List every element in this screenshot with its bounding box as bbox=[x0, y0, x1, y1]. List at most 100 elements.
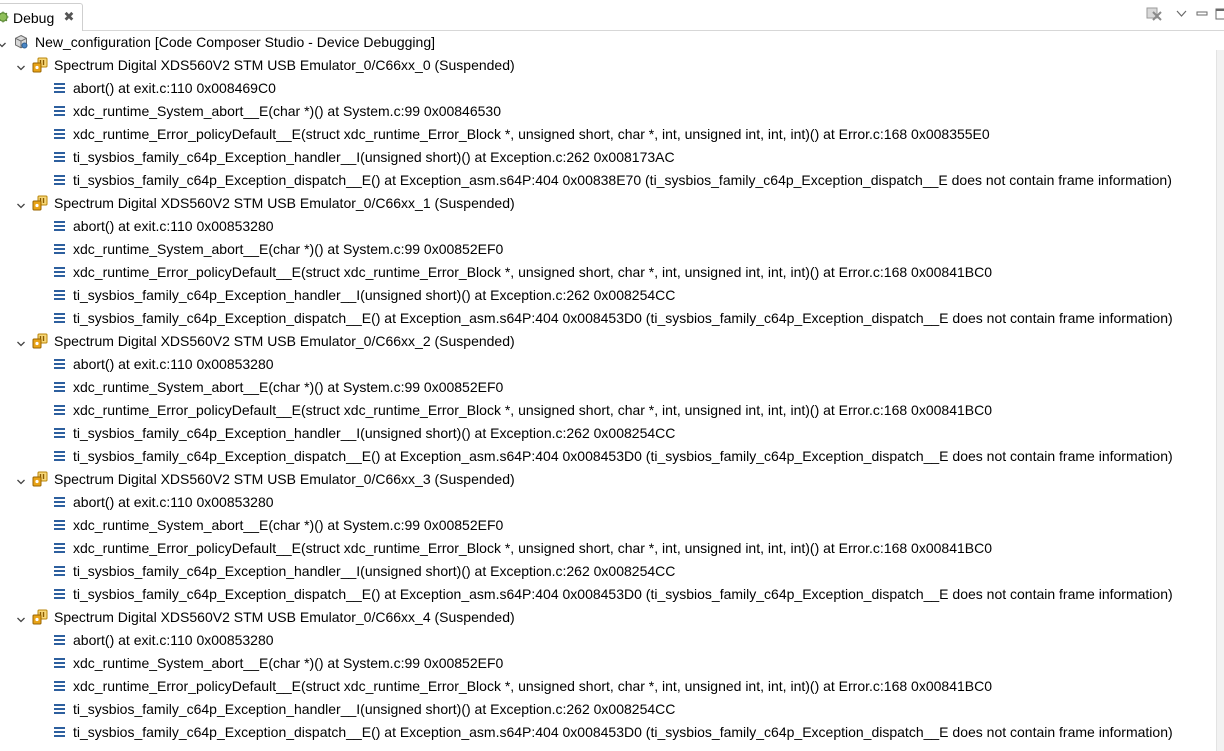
stack-frame-icon bbox=[52, 724, 68, 740]
stack-frame-item[interactable]: ti_sysbios_family_c64p_Exception_dispatc… bbox=[0, 307, 1224, 330]
chevron-down-icon[interactable] bbox=[16, 474, 26, 485]
stack-frame-label: ti_sysbios_family_c64p_Exception_handler… bbox=[73, 149, 675, 165]
stack-frame-icon bbox=[52, 655, 68, 671]
stack-frame-item[interactable]: ti_sysbios_family_c64p_Exception_dispatc… bbox=[0, 583, 1224, 606]
stack-frame-item[interactable]: xdc_runtime_System_abort__E(char *)() at… bbox=[0, 100, 1224, 123]
stack-frame-icon bbox=[52, 678, 68, 694]
tab-debug[interactable]: Debug ✖ bbox=[0, 3, 83, 31]
launch-configuration-label: New_configuration [Code Composer Studio … bbox=[35, 34, 435, 50]
stack-frame-icon bbox=[52, 126, 68, 142]
stack-frame-item[interactable]: xdc_runtime_System_abort__E(char *)() at… bbox=[0, 238, 1224, 261]
stack-frame-icon bbox=[52, 356, 68, 372]
stack-frame-label: xdc_runtime_System_abort__E(char *)() at… bbox=[73, 379, 504, 395]
stack-frame-item[interactable]: xdc_runtime_Error_policyDefault__E(struc… bbox=[0, 399, 1224, 422]
stack-frame-icon bbox=[52, 80, 68, 96]
tree-item-target-4[interactable]: Spectrum Digital XDS560V2 STM USB Emulat… bbox=[0, 606, 1224, 629]
remove-terminated-icon bbox=[1144, 7, 1164, 26]
stack-frame-item[interactable]: abort() at exit.c:110 0x00853280 bbox=[0, 491, 1224, 514]
suspended-target-icon bbox=[32, 333, 48, 349]
stack-frame-label: xdc_runtime_System_abort__E(char *)() at… bbox=[73, 241, 504, 257]
stack-frame-icon bbox=[52, 632, 68, 648]
close-icon[interactable]: ✖ bbox=[63, 10, 75, 24]
maximize-icon bbox=[1212, 8, 1224, 26]
suspended-target-icon bbox=[32, 57, 48, 73]
stack-frame-label: xdc_runtime_System_abort__E(char *)() at… bbox=[73, 103, 501, 119]
stack-frame-item[interactable]: ti_sysbios_family_c64p_Exception_dispatc… bbox=[0, 169, 1224, 192]
stack-frame-label: ti_sysbios_family_c64p_Exception_handler… bbox=[73, 701, 676, 717]
stack-frame-label: ti_sysbios_family_c64p_Exception_dispatc… bbox=[73, 448, 1173, 464]
stack-frame-icon bbox=[52, 287, 68, 303]
stack-frame-item[interactable]: abort() at exit.c:110 0x00853280 bbox=[0, 629, 1224, 652]
stack-frame-item[interactable]: abort() at exit.c:110 0x00853280 bbox=[0, 215, 1224, 238]
stack-frame-label: ti_sysbios_family_c64p_Exception_dispatc… bbox=[73, 310, 1173, 326]
stack-frame-label: xdc_runtime_Error_policyDefault__E(struc… bbox=[73, 402, 992, 418]
stack-frame-item[interactable]: ti_sysbios_family_c64p_Exception_handler… bbox=[0, 284, 1224, 307]
stack-frame-icon bbox=[52, 586, 68, 602]
stack-frame-label: ti_sysbios_family_c64p_Exception_handler… bbox=[73, 563, 676, 579]
chevron-down-icon[interactable] bbox=[0, 37, 7, 48]
debug-bug-icon bbox=[0, 10, 10, 24]
target-label: Spectrum Digital XDS560V2 STM USB Emulat… bbox=[54, 471, 515, 487]
stack-frame-icon bbox=[52, 264, 68, 280]
launch-configuration-icon bbox=[13, 34, 29, 50]
stack-frame-item[interactable]: xdc_runtime_System_abort__E(char *)() at… bbox=[0, 514, 1224, 537]
suspended-target-icon bbox=[32, 471, 48, 487]
stack-frame-item[interactable]: ti_sysbios_family_c64p_Exception_dispatc… bbox=[0, 445, 1224, 468]
minimize-icon bbox=[1192, 10, 1212, 26]
stack-frame-icon bbox=[52, 448, 68, 464]
stack-frame-label: xdc_runtime_System_abort__E(char *)() at… bbox=[73, 655, 504, 671]
debug-tree[interactable]: New_configuration [Code Composer Studio … bbox=[0, 31, 1224, 751]
stack-frame-item[interactable]: xdc_runtime_System_abort__E(char *)() at… bbox=[0, 652, 1224, 675]
minimize-button[interactable] bbox=[1192, 5, 1212, 23]
remove-all-terminated-button[interactable] bbox=[1144, 5, 1164, 23]
tree-item-launch-configuration[interactable]: New_configuration [Code Composer Studio … bbox=[0, 31, 1224, 54]
target-label: Spectrum Digital XDS560V2 STM USB Emulat… bbox=[54, 57, 515, 73]
stack-frame-label: ti_sysbios_family_c64p_Exception_dispatc… bbox=[73, 724, 1173, 740]
tree-item-target-2[interactable]: Spectrum Digital XDS560V2 STM USB Emulat… bbox=[0, 330, 1224, 353]
stack-frame-item[interactable]: ti_sysbios_family_c64p_Exception_handler… bbox=[0, 698, 1224, 721]
chevron-down-icon[interactable] bbox=[16, 612, 26, 623]
stack-frame-label: abort() at exit.c:110 0x00853280 bbox=[73, 356, 274, 372]
target-label: Spectrum Digital XDS560V2 STM USB Emulat… bbox=[54, 195, 515, 211]
vertical-scrollbar[interactable] bbox=[1216, 50, 1224, 751]
stack-frame-icon bbox=[52, 402, 68, 418]
debug-view: Debug ✖ New_configuration [Code Composer… bbox=[0, 0, 1224, 751]
stack-frame-item[interactable]: xdc_runtime_Error_policyDefault__E(struc… bbox=[0, 261, 1224, 284]
stack-frame-icon bbox=[52, 172, 68, 188]
stack-frame-item[interactable]: xdc_runtime_Error_policyDefault__E(struc… bbox=[0, 675, 1224, 698]
maximize-button[interactable] bbox=[1212, 5, 1224, 23]
stack-frame-item[interactable]: abort() at exit.c:110 0x00853280 bbox=[0, 353, 1224, 376]
view-menu-button[interactable] bbox=[1172, 5, 1192, 23]
stack-frame-item[interactable]: xdc_runtime_Error_policyDefault__E(struc… bbox=[0, 123, 1224, 146]
chevron-down-icon[interactable] bbox=[16, 198, 26, 209]
chevron-down-icon[interactable] bbox=[16, 60, 26, 71]
stack-frame-item[interactable]: ti_sysbios_family_c64p_Exception_handler… bbox=[0, 146, 1224, 169]
stack-frame-item[interactable]: ti_sysbios_family_c64p_Exception_dispatc… bbox=[0, 721, 1224, 744]
tree-item-target-3[interactable]: Spectrum Digital XDS560V2 STM USB Emulat… bbox=[0, 468, 1224, 491]
stack-frame-label: xdc_runtime_Error_policyDefault__E(struc… bbox=[73, 540, 992, 556]
stack-frame-icon bbox=[52, 103, 68, 119]
stack-frame-icon bbox=[52, 149, 68, 165]
stack-frame-label: abort() at exit.c:110 0x008469C0 bbox=[73, 80, 276, 96]
stack-frame-item[interactable]: ti_sysbios_family_c64p_Exception_handler… bbox=[0, 560, 1224, 583]
suspended-target-icon bbox=[32, 195, 48, 211]
stack-frame-icon bbox=[52, 494, 68, 510]
tree-item-target-0[interactable]: Spectrum Digital XDS560V2 STM USB Emulat… bbox=[0, 54, 1224, 77]
stack-frame-label: xdc_runtime_Error_policyDefault__E(struc… bbox=[73, 264, 992, 280]
stack-frame-label: ti_sysbios_family_c64p_Exception_handler… bbox=[73, 425, 676, 441]
suspended-target-icon bbox=[32, 609, 48, 625]
chevron-down-icon[interactable] bbox=[16, 336, 26, 347]
stack-frame-label: xdc_runtime_Error_policyDefault__E(struc… bbox=[73, 126, 990, 142]
stack-frame-item[interactable]: ti_sysbios_family_c64p_Exception_handler… bbox=[0, 422, 1224, 445]
stack-frame-label: abort() at exit.c:110 0x00853280 bbox=[73, 494, 274, 510]
stack-frame-label: abort() at exit.c:110 0x00853280 bbox=[73, 218, 274, 234]
stack-frame-item[interactable]: xdc_runtime_Error_policyDefault__E(struc… bbox=[0, 537, 1224, 560]
stack-frame-icon bbox=[52, 701, 68, 717]
stack-frame-icon bbox=[52, 310, 68, 326]
stack-frame-item[interactable]: xdc_runtime_System_abort__E(char *)() at… bbox=[0, 376, 1224, 399]
tab-title: Debug bbox=[13, 10, 55, 26]
stack-frame-item[interactable]: abort() at exit.c:110 0x008469C0 bbox=[0, 77, 1224, 100]
tree-item-target-1[interactable]: Spectrum Digital XDS560V2 STM USB Emulat… bbox=[0, 192, 1224, 215]
chevron-down-icon bbox=[1172, 10, 1192, 26]
stack-frame-icon bbox=[52, 517, 68, 533]
